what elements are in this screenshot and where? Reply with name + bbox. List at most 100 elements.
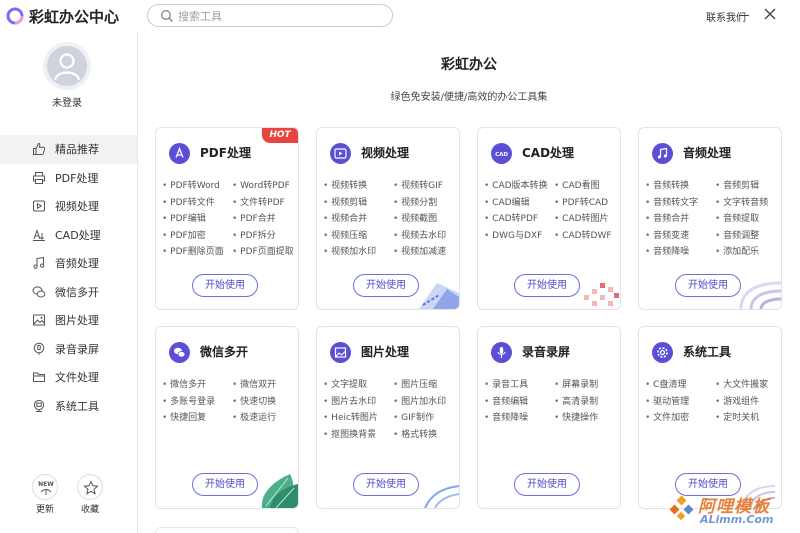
start-button[interactable]: 开始使用: [353, 473, 419, 496]
sidebar-item-audio[interactable]: 音频处理: [0, 249, 137, 278]
feature-link[interactable]: 音频剪辑: [715, 180, 781, 193]
feature-link[interactable]: 音频转换: [645, 180, 715, 193]
feature-link[interactable]: 视频分割: [393, 197, 459, 210]
feature-link[interactable]: 高清录制: [554, 396, 620, 409]
login-status[interactable]: 未登录: [0, 94, 134, 109]
feature-link[interactable]: PDF转Word: [162, 180, 232, 193]
feature-link[interactable]: PDF拆分: [232, 230, 298, 243]
tool-card-wechat[interactable]: 微信多开 微信多开微信双开多账号登录快速切换快捷回复极速运行 开始使用: [155, 326, 299, 509]
feature-link[interactable]: CAD编辑: [484, 197, 554, 210]
feature-link[interactable]: PDF加密: [162, 230, 232, 243]
feature-link[interactable]: CAD转DWF: [554, 230, 620, 243]
feature-link[interactable]: 图片压缩: [393, 379, 459, 392]
sidebar-item-image[interactable]: 图片处理: [0, 306, 137, 335]
feature-link[interactable]: 定时关机: [715, 412, 781, 425]
feature-link[interactable]: 游戏组件: [715, 396, 781, 409]
feature-link[interactable]: 音频转文字: [645, 197, 715, 210]
start-button[interactable]: 开始使用: [514, 274, 580, 297]
feature-link[interactable]: 驱动管理: [645, 396, 715, 409]
feature-link[interactable]: 添加配乐: [715, 246, 781, 259]
tool-card-pdf[interactable]: PDF处理 HOT PDF转WordWord转PDFPDF转文件文件转PDFPD…: [155, 127, 299, 310]
feature-link[interactable]: 极速运行: [232, 412, 298, 425]
feature-link[interactable]: GIF制作: [393, 412, 459, 425]
sidebar-item-cad[interactable]: CAD处理: [0, 221, 137, 250]
feature-link[interactable]: 视频去水印: [393, 230, 459, 243]
feature-link[interactable]: 视频截图: [393, 213, 459, 226]
feature-link[interactable]: 录音工具: [484, 379, 554, 392]
sidebar-item-pdf[interactable]: PDF处理: [0, 164, 137, 193]
feature-link[interactable]: PDF页面提取: [232, 246, 298, 259]
feature-link[interactable]: 视频合并: [323, 213, 393, 226]
feature-link[interactable]: 视频加水印: [323, 246, 393, 259]
favorite-button[interactable]: 收藏: [70, 474, 110, 515]
feature-link[interactable]: 视频转换: [323, 180, 393, 193]
search-input[interactable]: [178, 7, 378, 25]
feature-link[interactable]: 图片去水印: [323, 396, 393, 409]
feature-link[interactable]: 音频调整: [715, 230, 781, 243]
sidebar-item-system[interactable]: 系统工具: [0, 392, 137, 421]
tool-card-system[interactable]: 系统工具 C盘清理大文件搬家驱动管理游戏组件文件加密定时关机 开始使用: [638, 326, 782, 509]
start-button[interactable]: 开始使用: [675, 473, 741, 496]
tool-card-audio[interactable]: 音频处理 音频转换音频剪辑音频转文字文字转音频音频合并音频提取音频变速音频调整音…: [638, 127, 782, 310]
feature-link[interactable]: CAD转PDF: [484, 213, 554, 226]
sidebar-item-files[interactable]: 文件处理: [0, 363, 137, 392]
feature-link[interactable]: 文件加密: [645, 412, 715, 425]
tool-card-recording[interactable]: 录音录屏 录音工具屏幕录制音频编辑高清录制音频降噪快捷操作 开始使用: [477, 326, 621, 509]
feature-link[interactable]: Heic转图片: [323, 412, 393, 425]
feature-link[interactable]: 快捷操作: [554, 412, 620, 425]
feature-link[interactable]: 视频剪辑: [323, 197, 393, 210]
feature-link[interactable]: 大文件搬家: [715, 379, 781, 392]
start-button[interactable]: 开始使用: [353, 274, 419, 297]
feature-link[interactable]: 文字提取: [323, 379, 393, 392]
minimize-button[interactable]: [737, 7, 751, 23]
feature-link[interactable]: 抠图换背景: [323, 429, 393, 442]
feature-link[interactable]: 快捷回复: [162, 412, 232, 425]
feature-link[interactable]: C盘清理: [645, 379, 715, 392]
feature-link[interactable]: PDF合并: [232, 213, 298, 226]
feature-link[interactable]: 音频降噪: [484, 412, 554, 425]
feature-link[interactable]: 文件转PDF: [232, 197, 298, 210]
feature-link[interactable]: 音频合并: [645, 213, 715, 226]
feature-link[interactable]: 视频转GIF: [393, 180, 459, 193]
feature-link[interactable]: 音频变速: [645, 230, 715, 243]
feature-link[interactable]: 视频加减速: [393, 246, 459, 259]
start-button[interactable]: 开始使用: [192, 274, 258, 297]
search-box[interactable]: [147, 4, 393, 27]
feature-link[interactable]: CAD转图片: [554, 213, 620, 226]
avatar[interactable]: [47, 46, 87, 86]
start-button[interactable]: 开始使用: [192, 473, 258, 496]
feature-link[interactable]: CAD版本转换: [484, 180, 554, 193]
sidebar-item-recommended[interactable]: 精品推荐: [0, 135, 137, 164]
feature-link[interactable]: CAD看图: [554, 180, 620, 193]
start-button[interactable]: 开始使用: [514, 473, 580, 496]
sidebar-item-video[interactable]: 视频处理: [0, 192, 137, 221]
feature-link[interactable]: 快速切换: [232, 396, 298, 409]
feature-link[interactable]: 图片加水印: [393, 396, 459, 409]
feature-link[interactable]: 视频压缩: [323, 230, 393, 243]
page-title: 彩虹办公: [441, 57, 497, 73]
feature-link[interactable]: 文字转音频: [715, 197, 781, 210]
close-icon[interactable]: [762, 6, 778, 22]
feature-link[interactable]: 音频编辑: [484, 396, 554, 409]
feature-link[interactable]: 微信双开: [232, 379, 298, 392]
sidebar-item-recording[interactable]: 录音录屏: [0, 335, 137, 364]
feature-link[interactable]: 音频降噪: [645, 246, 715, 259]
feature-link[interactable]: 音频提取: [715, 213, 781, 226]
tool-card-image[interactable]: 图片处理 文字提取图片压缩图片去水印图片加水印Heic转图片GIF制作抠图换背景…: [316, 326, 460, 509]
update-button[interactable]: NEW 更新: [25, 474, 65, 515]
feature-link[interactable]: 多账号登录: [162, 396, 232, 409]
feature-link[interactable]: PDF编辑: [162, 213, 232, 226]
start-button[interactable]: 开始使用: [675, 274, 741, 297]
feature-link[interactable]: 格式转换: [393, 429, 459, 442]
feature-link[interactable]: PDF转CAD: [554, 197, 620, 210]
feature-link[interactable]: Word转PDF: [232, 180, 298, 193]
feature-link[interactable]: PDF删除页面: [162, 246, 232, 259]
feature-list: CAD版本转换CAD看图CAD编辑PDF转CADCAD转PDFCAD转图片DWG…: [484, 180, 620, 242]
feature-link[interactable]: 微信多开: [162, 379, 232, 392]
feature-link[interactable]: PDF转文件: [162, 197, 232, 210]
feature-link[interactable]: DWG与DXF: [484, 230, 554, 243]
sidebar-item-wechat[interactable]: 微信多开: [0, 278, 137, 307]
feature-link[interactable]: 屏幕录制: [554, 379, 620, 392]
tool-card-video[interactable]: 视频处理 视频转换视频转GIF视频剪辑视频分割视频合并视频截图视频压缩视频去水印…: [316, 127, 460, 310]
tool-card-cad[interactable]: CAD CAD处理 CAD版本转换CAD看图CAD编辑PDF转CADCAD转PD…: [477, 127, 621, 310]
